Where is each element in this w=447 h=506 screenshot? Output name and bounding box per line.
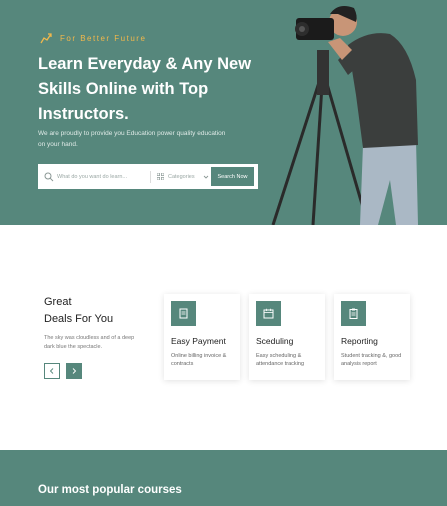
card-description: Student tracking &, good analysis report (341, 353, 402, 367)
feature-card-reporting[interactable]: Reporting Student tracking &, good analy… (334, 294, 410, 380)
feature-card-payment[interactable]: Easy Payment Online billing invoice & co… (164, 294, 240, 380)
feature-card-scheduling[interactable]: Sceduling Easy scheduling & attendance t… (249, 294, 325, 380)
chevron-right-icon (72, 368, 77, 374)
card-title: Sceduling (256, 336, 294, 346)
popular-title: Our most popular courses (38, 484, 182, 496)
search-input[interactable] (57, 173, 147, 180)
popular-courses-section: Our most popular courses (0, 450, 447, 506)
tagline-text: For Better Future (60, 33, 147, 43)
chevron-down-icon[interactable] (203, 174, 209, 180)
hero-description: We are proudly to provide you Education … (38, 130, 226, 148)
card-title: Easy Payment (171, 336, 226, 346)
deals-description: The sky was cloudless and of a deep dark… (44, 335, 135, 350)
deals-title-line2: Deals For You (44, 313, 114, 325)
clipboard-icon (341, 301, 366, 326)
search-now-button[interactable]: Search Now (211, 167, 254, 186)
hero-tagline: For Better Future (40, 32, 146, 44)
card-description: Easy scheduling & attendance tracking (256, 353, 305, 367)
category-select[interactable]: Categories (168, 174, 195, 180)
photographer-image (271, 6, 418, 225)
grid-icon (157, 173, 164, 180)
carousel-nav (44, 363, 82, 379)
deals-title-line1: Great (44, 296, 72, 308)
calendar-icon (256, 301, 281, 326)
card-description: Online billing invoice & contracts (171, 353, 227, 367)
search-divider (150, 170, 151, 183)
search-bar: Categories Search Now (38, 164, 258, 189)
invoice-icon (171, 301, 196, 326)
hero-title: Learn Everyday & Any New Skills Online w… (38, 55, 252, 123)
deals-block: Great Deals For You The sky was cloudles… (44, 294, 154, 352)
next-button[interactable] (66, 363, 82, 379)
chevron-left-icon (49, 368, 54, 374)
hero-section: For Better Future Learn Everyday & Any N… (0, 0, 447, 225)
search-icon (44, 172, 54, 181)
prev-button[interactable] (44, 363, 60, 379)
card-title: Reporting (341, 336, 378, 346)
growth-icon (40, 33, 52, 44)
